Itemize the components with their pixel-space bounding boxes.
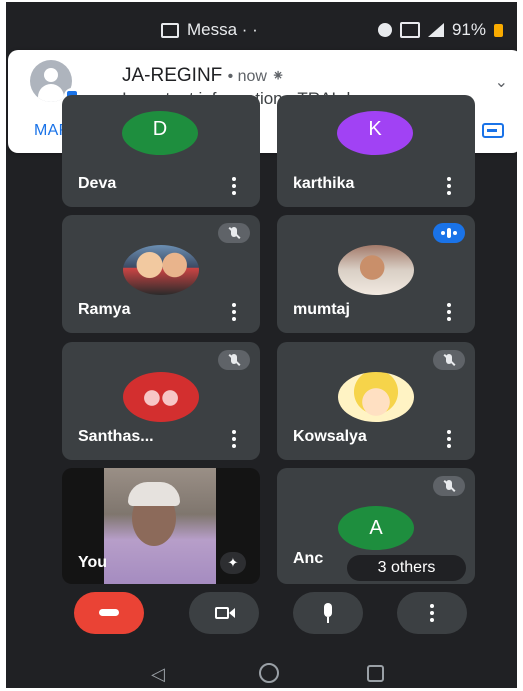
mic-off-icon bbox=[433, 350, 465, 370]
expand-chevron-icon[interactable]: ⌄ bbox=[495, 72, 508, 92]
messages-icon bbox=[161, 22, 179, 38]
back-icon[interactable]: ◁ bbox=[151, 664, 165, 685]
notification-meta: • now ⁕ bbox=[227, 68, 285, 85]
participant-photo bbox=[123, 372, 199, 422]
participant-tile-mumtaj[interactable]: mumtaj bbox=[277, 215, 475, 333]
more-options-icon[interactable] bbox=[447, 430, 451, 448]
more-options-icon[interactable] bbox=[447, 177, 451, 195]
participant-photo bbox=[123, 245, 199, 295]
participant-tile-karthika[interactable]: K karthika bbox=[277, 95, 475, 207]
participant-name: Kowsalya bbox=[293, 428, 367, 445]
participant-name: Anc bbox=[293, 550, 324, 567]
participant-tile-deva[interactable]: D Deva bbox=[62, 95, 260, 207]
camera-icon bbox=[215, 607, 229, 619]
mic-off-icon bbox=[433, 476, 465, 496]
camera-lens-icon bbox=[229, 608, 235, 618]
participant-name: karthika bbox=[293, 175, 355, 192]
avatar: K bbox=[337, 111, 413, 155]
sim-icon bbox=[399, 22, 420, 38]
system-navigation-bar: ◁ bbox=[6, 654, 517, 688]
participant-tile-santhas[interactable]: Santhas... bbox=[62, 342, 260, 460]
participant-name: Deva bbox=[78, 175, 117, 192]
home-icon[interactable] bbox=[259, 663, 279, 683]
mic-off-icon bbox=[218, 350, 250, 370]
participant-name: You bbox=[78, 554, 108, 571]
participant-name: Ramya bbox=[78, 301, 131, 318]
others-count-badge[interactable]: 3 others bbox=[347, 555, 466, 581]
microphone-stand-icon bbox=[327, 617, 329, 623]
participant-photo bbox=[338, 372, 414, 422]
alarm-icon bbox=[377, 23, 392, 37]
more-options-icon[interactable] bbox=[447, 303, 451, 321]
participant-photo bbox=[338, 245, 414, 295]
battery-label: 91% bbox=[451, 20, 486, 39]
signal-icon bbox=[427, 23, 444, 37]
hang-up-icon bbox=[99, 609, 119, 616]
meet-call-screen: Messa · · 91% JA-REGINF • now ⁕ Importan… bbox=[6, 2, 517, 688]
more-options-button[interactable] bbox=[397, 592, 467, 634]
status-bar: Messa · · 91% bbox=[6, 2, 517, 42]
call-controls bbox=[6, 592, 517, 652]
participant-tile-ramya[interactable]: Ramya bbox=[62, 215, 260, 333]
speaking-indicator-icon bbox=[433, 223, 465, 243]
avatar: A bbox=[338, 506, 414, 550]
end-call-button[interactable] bbox=[74, 592, 144, 634]
more-options-icon[interactable] bbox=[232, 430, 236, 448]
more-options-icon[interactable] bbox=[232, 177, 236, 195]
camera-toggle-button[interactable] bbox=[189, 592, 259, 634]
notification-sender-name: JA-REGINF bbox=[122, 65, 223, 86]
mic-off-icon bbox=[218, 223, 250, 243]
notification-sender: JA-REGINF • now ⁕ bbox=[122, 65, 285, 87]
more-options-icon[interactable] bbox=[232, 303, 236, 321]
reply-icon[interactable] bbox=[482, 123, 504, 138]
self-video-feed bbox=[104, 468, 216, 584]
microphone-toggle-button[interactable] bbox=[293, 592, 363, 634]
participant-name: Santhas... bbox=[78, 428, 154, 445]
self-view-tile[interactable]: You ✦ bbox=[62, 468, 260, 584]
participant-name: mumtaj bbox=[293, 301, 350, 318]
effects-icon[interactable]: ✦ bbox=[220, 552, 246, 574]
recents-icon[interactable] bbox=[367, 665, 384, 682]
status-app-label: Messa · · bbox=[187, 20, 258, 39]
participant-tile-kowsalya[interactable]: Kowsalya bbox=[277, 342, 475, 460]
battery-icon bbox=[494, 23, 503, 37]
avatar: D bbox=[122, 111, 198, 155]
more-vert-icon bbox=[430, 604, 434, 622]
microphone-icon bbox=[324, 603, 332, 617]
